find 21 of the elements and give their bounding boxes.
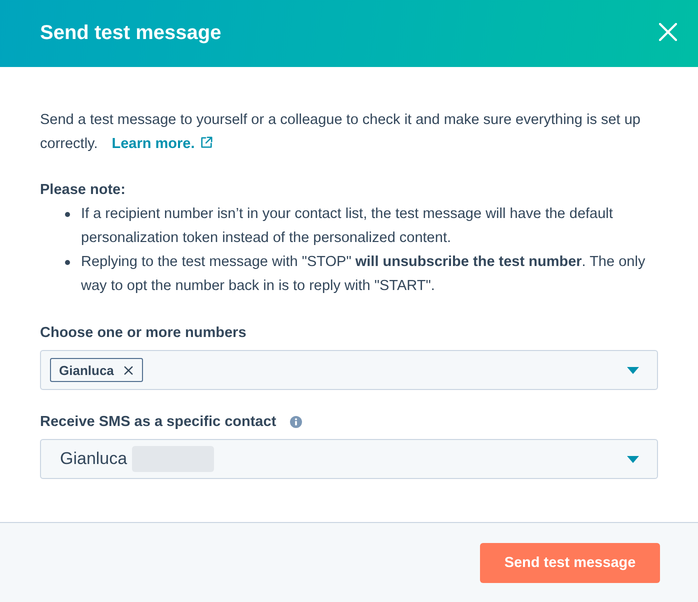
note-heading: Please note: — [40, 181, 126, 200]
select-value: Gianluca — [60, 449, 128, 469]
close-icon — [659, 22, 677, 40]
number-select-field[interactable]: Gianluca — [40, 350, 658, 390]
learn-more-link[interactable]: Learn more. — [112, 136, 213, 152]
caret-icon — [627, 366, 639, 374]
dialog-title: Send test message — [40, 22, 222, 45]
field-label: Choose one or more numbers — [40, 324, 246, 342]
remove-icon[interactable] — [124, 366, 133, 374]
intro-text: Send a test message to yourself or a colleague to check it and make sure everything is set up correctly. Learn more. — [40, 111, 642, 154]
bullet-icon — [65, 260, 70, 265]
note-item: If a recipient number isn’t in your contact list, the test message will have the default personalization token instead of the personalized content. — [81, 205, 614, 248]
bullet-icon — [65, 212, 70, 217]
external-link-icon — [200, 136, 213, 149]
tag-label: Gianluca — [59, 362, 114, 378]
note-item: Replying to the test message with "STOP" will unsubscribe the test number. The only way to opt the number back in is to reply with "START". — [81, 253, 646, 296]
caret-icon — [627, 456, 639, 462]
info-icon[interactable] — [290, 416, 302, 428]
field-label: Receive SMS as a specific contact — [40, 413, 276, 431]
contact-select-field[interactable]: Gianluca — [40, 439, 658, 479]
close-button[interactable] — [659, 22, 677, 40]
